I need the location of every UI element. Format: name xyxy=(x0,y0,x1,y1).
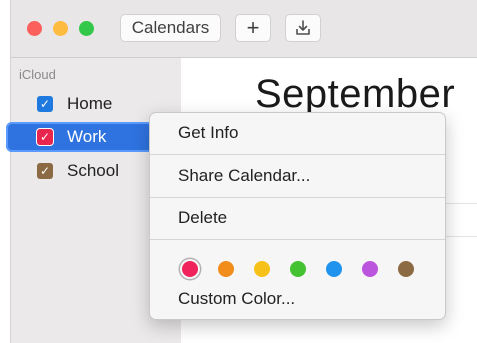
checkmark-icon: ✓ xyxy=(39,97,51,111)
checkmark-icon: ✓ xyxy=(39,130,51,144)
calendar-label: School xyxy=(67,161,119,180)
color-swatch-blue[interactable] xyxy=(326,261,342,277)
color-swatch-green[interactable] xyxy=(290,261,306,277)
calendar-context-menu: Get Info Share Calendar... Delete Custom… xyxy=(149,112,446,320)
menu-separator xyxy=(150,239,445,240)
color-swatch-purple[interactable] xyxy=(362,261,378,277)
color-swatch-brown[interactable] xyxy=(398,261,414,277)
minimize-window-button[interactable] xyxy=(53,21,68,36)
menu-item-share-calendar[interactable]: Share Calendar... xyxy=(178,166,310,186)
calendar-checkbox-school[interactable]: ✓ xyxy=(37,163,53,179)
toolbar: Calendars + xyxy=(11,0,477,58)
calendar-label: Work xyxy=(67,127,107,146)
calendars-button[interactable]: Calendars xyxy=(120,14,221,42)
menu-item-delete[interactable]: Delete xyxy=(178,208,227,228)
import-button[interactable] xyxy=(285,14,321,42)
color-swatch-orange[interactable] xyxy=(218,261,234,277)
calendar-label: Home xyxy=(67,94,113,113)
color-swatch-red[interactable] xyxy=(182,261,198,277)
menu-item-get-info[interactable]: Get Info xyxy=(178,123,238,143)
calendar-checkbox-work[interactable]: ✓ xyxy=(37,129,53,145)
menu-item-custom-color[interactable]: Custom Color... xyxy=(178,289,295,309)
add-event-button[interactable]: + xyxy=(235,14,271,42)
download-tray-icon xyxy=(296,20,310,35)
sidebar-item-work[interactable]: ✓ Work xyxy=(6,122,158,152)
color-swatch-yellow[interactable] xyxy=(254,261,270,277)
calendar-checkbox-home[interactable]: ✓ xyxy=(37,96,53,112)
close-window-button[interactable] xyxy=(27,21,42,36)
menu-separator xyxy=(150,197,445,198)
month-title: September xyxy=(255,72,456,116)
section-label-icloud: iCloud xyxy=(19,67,56,82)
menu-separator xyxy=(150,154,445,155)
checkmark-icon: ✓ xyxy=(39,164,51,178)
zoom-window-button[interactable] xyxy=(79,21,94,36)
